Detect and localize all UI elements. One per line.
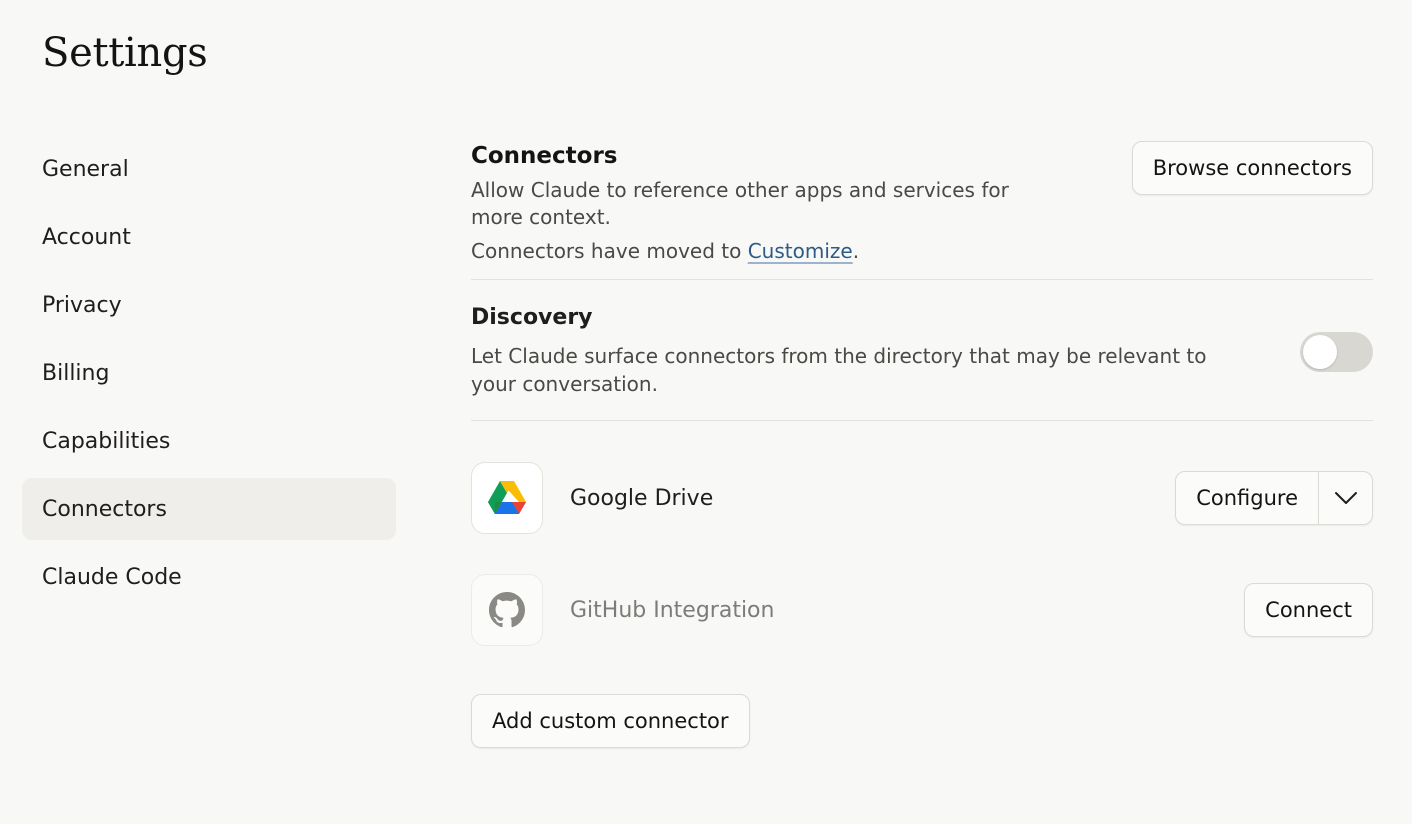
sidebar-item-label: Claude Code xyxy=(42,564,182,590)
chevron-down-icon xyxy=(1334,492,1357,504)
app-name: Google Drive xyxy=(570,485,714,511)
connector-row-google-drive: Google Drive Configure xyxy=(471,462,1373,534)
page-title: Settings xyxy=(42,30,208,76)
sidebar-item-general[interactable]: General xyxy=(22,138,396,200)
google-drive-logo xyxy=(488,481,526,514)
sidebar-item-label: General xyxy=(42,156,129,182)
moved-notice-prefix: Connectors have moved to xyxy=(471,239,748,263)
discovery-section: Discovery Let Claude surface connectors … xyxy=(471,280,1373,421)
configure-split-button: Configure xyxy=(1175,471,1373,525)
section-description: Allow Claude to reference other apps and… xyxy=(471,178,1009,229)
sidebar-item-label: Account xyxy=(42,224,131,250)
toggle-knob xyxy=(1303,335,1337,369)
sidebar-item-capabilities[interactable]: Capabilities xyxy=(22,410,396,472)
settings-sidebar: General Account Privacy Billing Capabili… xyxy=(22,138,396,614)
sidebar-item-privacy[interactable]: Privacy xyxy=(22,274,396,336)
configure-button[interactable]: Configure xyxy=(1176,472,1318,524)
github-logo xyxy=(489,592,525,628)
sidebar-item-billing[interactable]: Billing xyxy=(22,342,396,404)
connector-row-github: GitHub Integration Connect xyxy=(471,574,1373,646)
sidebar-item-label: Privacy xyxy=(42,292,122,318)
app-name: GitHub Integration xyxy=(570,597,775,623)
google-drive-icon xyxy=(471,462,543,534)
moved-notice-suffix: . xyxy=(852,239,860,263)
customize-link[interactable]: Customize xyxy=(748,239,853,263)
sidebar-item-label: Billing xyxy=(42,360,110,386)
add-custom-connector-button[interactable]: Add custom connector xyxy=(471,694,750,748)
browse-connectors-button[interactable]: Browse connectors xyxy=(1131,141,1373,195)
sidebar-item-label: Capabilities xyxy=(42,428,171,454)
moved-notice: Connectors have moved to Customize. xyxy=(471,238,1373,265)
sidebar-item-connectors[interactable]: Connectors xyxy=(22,478,396,540)
sidebar-item-claude-code[interactable]: Claude Code xyxy=(22,546,396,608)
discovery-description: Let Claude surface connectors from the d… xyxy=(471,344,1207,396)
settings-page: Settings General Account Privacy Billing… xyxy=(0,0,1412,824)
discovery-toggle[interactable] xyxy=(1300,332,1373,372)
connect-button[interactable]: Connect xyxy=(1244,583,1373,637)
connectors-section: Connectors Allow Claude to reference oth… xyxy=(471,141,1373,280)
discovery-title: Discovery xyxy=(471,305,593,330)
configure-dropdown-button[interactable] xyxy=(1318,472,1372,524)
sidebar-item-account[interactable]: Account xyxy=(22,206,396,268)
sidebar-item-label: Connectors xyxy=(42,496,167,522)
github-icon xyxy=(471,574,543,646)
connectors-panel: Connectors Allow Claude to reference oth… xyxy=(471,138,1373,748)
